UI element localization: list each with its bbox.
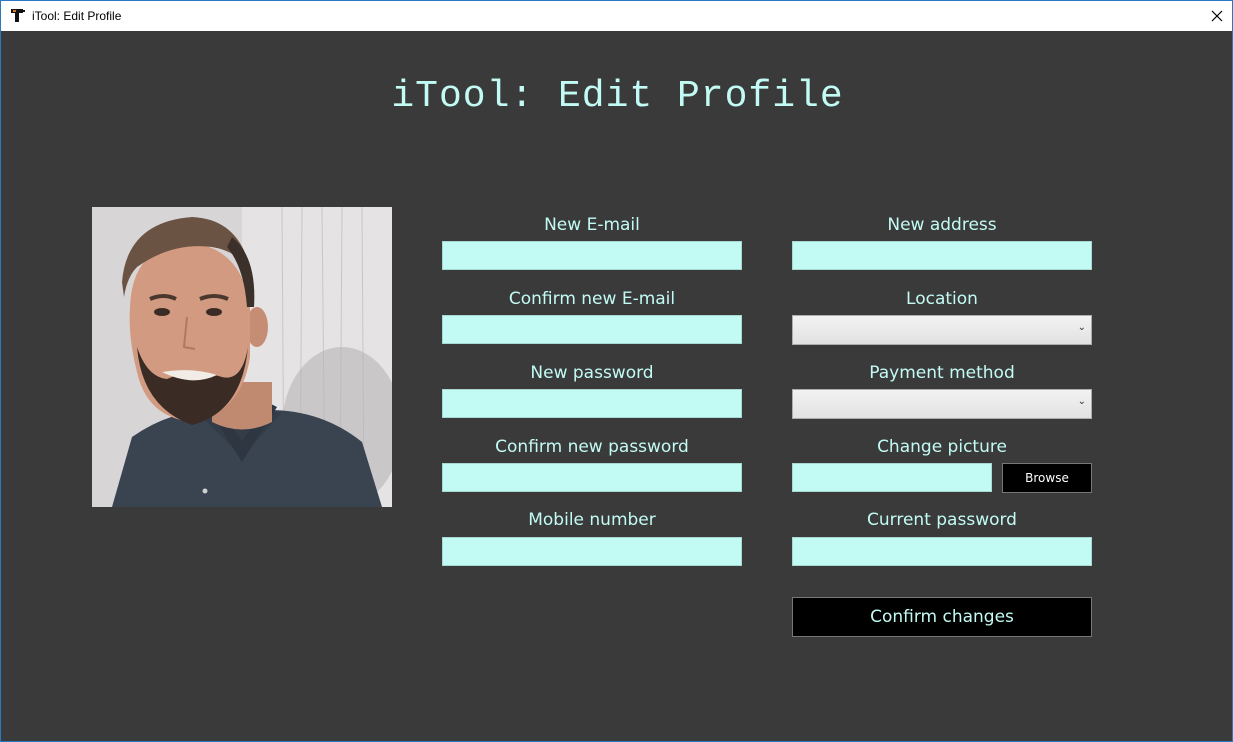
- chevron-down-icon: ⌄: [1077, 396, 1086, 407]
- new-email-field[interactable]: [442, 241, 742, 270]
- close-button[interactable]: [1202, 1, 1232, 31]
- profile-picture: [92, 207, 392, 507]
- change-picture-label: Change picture: [877, 437, 1007, 457]
- new-password-label: New password: [530, 363, 654, 383]
- new-address-label: New address: [887, 215, 997, 235]
- app-window: iTool: Edit Profile iTool: Edit Profile: [0, 0, 1233, 742]
- page-title: iTool: Edit Profile: [391, 75, 844, 118]
- new-address-field[interactable]: [792, 241, 1092, 270]
- payment-method-label: Payment method: [869, 363, 1015, 383]
- avatar-image: [92, 207, 392, 507]
- title-bar[interactable]: iTool: Edit Profile: [1, 1, 1232, 31]
- confirm-email-field[interactable]: [442, 315, 742, 344]
- confirm-email-label: Confirm new E-mail: [508, 289, 676, 309]
- new-password-field[interactable]: [442, 389, 742, 418]
- window-title: iTool: Edit Profile: [32, 9, 122, 23]
- close-icon: [1211, 10, 1223, 22]
- chevron-down-icon: ⌄: [1077, 322, 1086, 333]
- new-email-label: New E-mail: [544, 215, 640, 235]
- confirm-password-label: Confirm new password: [495, 437, 689, 457]
- location-label: Location: [906, 289, 978, 309]
- browse-button[interactable]: Browse: [1002, 463, 1092, 493]
- picture-path-field[interactable]: [792, 463, 992, 492]
- mobile-number-field[interactable]: [442, 537, 742, 566]
- confirm-changes-button[interactable]: Confirm changes: [792, 597, 1092, 637]
- mobile-number-label: Mobile number: [528, 510, 656, 530]
- current-password-label: Current password: [867, 510, 1017, 530]
- current-password-field[interactable]: [792, 537, 1092, 566]
- confirm-password-field[interactable]: [442, 463, 742, 492]
- payment-method-dropdown[interactable]: ⌄: [792, 389, 1092, 419]
- location-dropdown[interactable]: ⌄: [792, 315, 1092, 345]
- drill-icon: [11, 9, 25, 22]
